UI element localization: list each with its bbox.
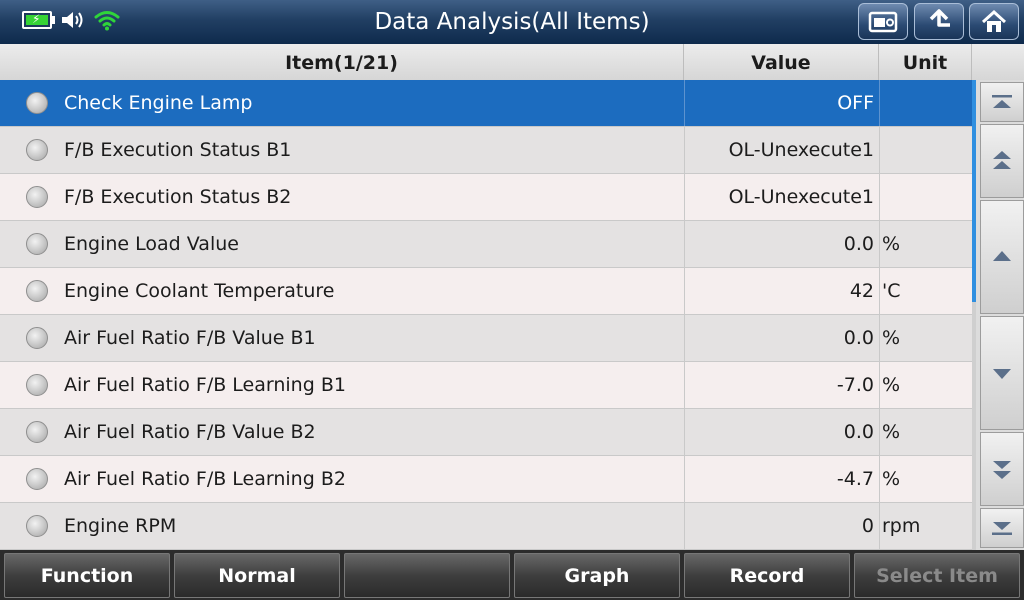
battery-charging-icon: ⚡	[22, 11, 55, 29]
scroll-bottom-button[interactable]	[980, 508, 1024, 548]
row-value: 0.0	[843, 327, 874, 349]
function-button[interactable]: Function	[4, 553, 170, 598]
row-unit: %	[882, 327, 901, 349]
row-unit	[882, 174, 970, 220]
row-item-name: Air Fuel Ratio F/B Value B1	[64, 327, 316, 349]
graph-button[interactable]: Graph	[514, 553, 680, 598]
top-bar: Data Analysis(All Items) ⚡	[0, 0, 1024, 44]
row-item-name: Check Engine Lamp	[64, 92, 253, 114]
row-radio-icon	[26, 280, 48, 302]
speaker-icon	[62, 12, 83, 28]
table-row[interactable]: Air Fuel Ratio F/B Learning B2 -4.7 %	[0, 456, 972, 503]
row-radio-icon	[26, 515, 48, 537]
row-unit: 'C	[882, 280, 901, 302]
row-unit	[882, 80, 970, 126]
scroll-panel	[972, 80, 1024, 550]
row-value: 0.0	[843, 421, 874, 443]
table-row[interactable]: Air Fuel Ratio F/B Learning B1 -7.0 %	[0, 362, 972, 409]
double-chevron-up-icon	[993, 151, 1011, 169]
row-unit: %	[882, 374, 901, 396]
table-row[interactable]: Air Fuel Ratio F/B Value B2 0.0 %	[0, 409, 972, 456]
row-radio-icon	[26, 233, 48, 255]
row-value: -4.7	[836, 468, 874, 490]
row-value: -7.0	[836, 374, 874, 396]
chevron-up-icon	[993, 251, 1011, 261]
row-radio-icon	[26, 374, 48, 396]
scroll-up-button[interactable]	[980, 200, 1024, 314]
back-icon	[929, 8, 950, 27]
normal-button[interactable]: Normal	[174, 553, 340, 598]
table-row[interactable]: Engine RPM 0 rpm	[0, 503, 972, 550]
page-up-button[interactable]	[980, 124, 1024, 198]
column-header-item: Item(1/21)	[0, 44, 684, 80]
status-icons: ⚡	[22, 9, 120, 31]
row-radio-icon	[26, 92, 48, 114]
home-button[interactable]	[969, 3, 1019, 40]
row-value: 42	[849, 280, 874, 302]
row-value: OL-Unexecute1	[728, 186, 874, 208]
row-item-name: Engine RPM	[64, 515, 177, 537]
table-row[interactable]: F/B Execution Status B1 OL-Unexecute1	[0, 127, 972, 174]
scrollbar[interactable]	[972, 80, 976, 550]
screenshot-button[interactable]	[858, 3, 908, 40]
scroll-to-bottom-icon	[992, 522, 1012, 535]
data-table: Check Engine Lamp OFF F/B Execution Stat…	[0, 80, 972, 550]
row-value: OFF	[837, 92, 874, 114]
row-item-name: F/B Execution Status B1	[64, 139, 292, 161]
wifi-icon	[94, 11, 120, 31]
scroll-to-top-icon	[992, 95, 1012, 108]
row-radio-icon	[26, 186, 48, 208]
row-radio-icon	[26, 421, 48, 443]
scroll-down-button[interactable]	[980, 316, 1024, 430]
table-header: Item(1/21) Value Unit	[0, 44, 1024, 81]
column-header-value: Value	[684, 44, 879, 80]
row-value: 0	[861, 515, 874, 537]
row-radio-icon	[26, 139, 48, 161]
page-down-button[interactable]	[980, 432, 1024, 506]
scrollbar-thumb[interactable]	[972, 80, 976, 302]
row-item-name: Air Fuel Ratio F/B Learning B2	[64, 468, 346, 490]
row-item-name: F/B Execution Status B2	[64, 186, 292, 208]
row-unit: %	[882, 421, 901, 443]
row-value: OL-Unexecute1	[728, 139, 874, 161]
blank-button[interactable]	[344, 553, 510, 598]
table-row[interactable]: Engine Coolant Temperature 42 'C	[0, 268, 972, 315]
back-button[interactable]	[914, 3, 964, 40]
table-row[interactable]: Engine Load Value 0.0 %	[0, 221, 972, 268]
scroll-top-button[interactable]	[980, 82, 1024, 122]
table-row[interactable]: Air Fuel Ratio F/B Value B1 0.0 %	[0, 315, 972, 362]
row-value: 0.0	[843, 233, 874, 255]
row-unit: rpm	[882, 515, 921, 537]
screenshot-icon	[868, 11, 898, 32]
row-unit	[882, 127, 970, 173]
home-icon	[981, 9, 1007, 32]
row-item-name: Air Fuel Ratio F/B Learning B1	[64, 374, 346, 396]
chevron-down-icon	[993, 369, 1011, 379]
row-item-name: Engine Coolant Temperature	[64, 280, 335, 302]
table-row[interactable]: F/B Execution Status B2 OL-Unexecute1	[0, 174, 972, 221]
record-button[interactable]: Record	[684, 553, 850, 598]
row-item-name: Engine Load Value	[64, 233, 239, 255]
table-row[interactable]: Check Engine Lamp OFF	[0, 80, 972, 127]
bottom-toolbar: Function Normal Graph Record Select Item	[0, 550, 1024, 600]
row-unit: %	[882, 233, 901, 255]
column-header-unit: Unit	[879, 44, 972, 80]
row-radio-icon	[26, 468, 48, 490]
row-item-name: Air Fuel Ratio F/B Value B2	[64, 421, 316, 443]
select-item-button[interactable]: Select Item	[854, 553, 1020, 598]
row-radio-icon	[26, 327, 48, 349]
row-unit: %	[882, 468, 901, 490]
double-chevron-down-icon	[993, 461, 1011, 479]
